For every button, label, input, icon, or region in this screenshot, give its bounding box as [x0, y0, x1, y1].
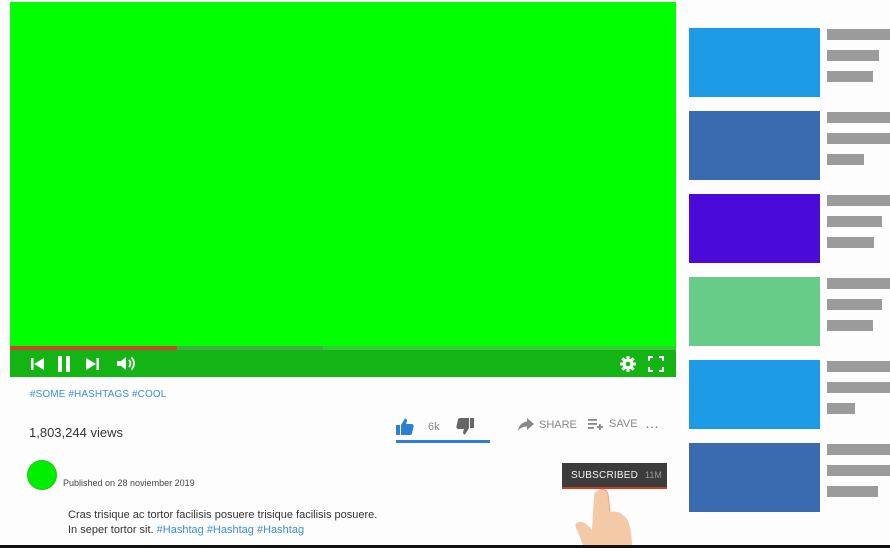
meta-placeholder	[827, 237, 874, 248]
save-button[interactable]: SAVE	[588, 418, 638, 430]
recommendation-item[interactable]	[688, 194, 890, 264]
recommendation-thumbnail[interactable]	[689, 194, 820, 263]
like-ratio-bar	[396, 440, 490, 443]
recommendation-item[interactable]	[688, 443, 890, 513]
title-placeholder	[827, 444, 890, 455]
recommendation-item[interactable]	[688, 360, 890, 430]
recommendation-item[interactable]	[688, 28, 890, 98]
volume-button[interactable]	[116, 353, 138, 374]
meta-placeholder	[827, 403, 855, 414]
title-placeholder	[827, 278, 890, 289]
save-label: SAVE	[609, 418, 638, 430]
subscribe-label: SUBSCRIBED	[571, 469, 639, 481]
skip-next-icon	[86, 357, 99, 370]
like-count: 6k	[428, 420, 440, 433]
thumbs-down-icon	[456, 418, 474, 435]
channel-avatar[interactable]	[27, 460, 57, 490]
description-hashtag[interactable]: #Hashtag	[207, 524, 254, 536]
recommendation-thumbnail[interactable]	[689, 360, 820, 429]
fullscreen-icon	[648, 355, 664, 372]
like-dislike-group: 6k	[396, 415, 490, 443]
title-placeholder	[827, 29, 890, 40]
meta-placeholder	[827, 71, 873, 82]
title-placeholder	[827, 50, 879, 61]
title-placeholder	[827, 112, 890, 123]
recommendation-thumbnail[interactable]	[689, 443, 820, 512]
player-controls	[10, 350, 676, 377]
title-placeholder	[827, 216, 882, 227]
title-placeholder	[827, 382, 890, 393]
skip-previous-icon	[31, 357, 44, 370]
subscriber-count: 11M	[645, 470, 662, 480]
share-arrow-icon	[518, 418, 534, 431]
add-to-playlist-icon	[588, 419, 603, 430]
subscribe-button[interactable]: SUBSCRIBED 11M	[562, 463, 667, 489]
pause-button[interactable]	[56, 353, 72, 374]
title-placeholder	[827, 465, 890, 476]
description-line: Cras trisique ac tortor facilisis posuer…	[68, 509, 378, 521]
settings-button[interactable]	[618, 353, 638, 374]
video-watch-page: #SOME #HASHTAGS #COOL 1,803,244 views 6k…	[0, 0, 890, 548]
video-hashtags[interactable]: #SOME #HASHTAGS #COOL	[30, 389, 166, 400]
dislike-button[interactable]	[456, 418, 474, 440]
gear-icon	[620, 355, 636, 372]
video-player[interactable]	[10, 2, 676, 377]
fullscreen-button[interactable]	[646, 353, 666, 374]
recommendation-item[interactable]	[688, 111, 890, 181]
publish-date: Published on 28 noviember 2019	[63, 478, 195, 488]
recommendation-thumbnail[interactable]	[689, 111, 820, 180]
skip-previous-button[interactable]	[30, 353, 46, 374]
recommendation-thumbnail[interactable]	[689, 277, 820, 346]
volume-icon	[117, 356, 135, 371]
like-ratio-fill	[396, 440, 490, 443]
like-button[interactable]: 6k	[396, 418, 440, 435]
title-placeholder	[827, 133, 890, 144]
video-description: Cras trisique ac tortor facilisis posuer…	[68, 508, 428, 538]
view-count: 1,803,244 views	[29, 425, 123, 440]
skip-next-button[interactable]	[84, 353, 100, 374]
meta-placeholder	[827, 154, 864, 165]
pause-icon	[58, 355, 70, 372]
share-label: SHARE	[539, 418, 577, 431]
thumbs-up-icon	[396, 418, 414, 435]
recommendation-thumbnail[interactable]	[689, 28, 820, 97]
share-button[interactable]: SHARE	[518, 418, 577, 431]
description-line: In seper tortor sit. #Hashtag #Hashtag #…	[68, 523, 428, 538]
meta-placeholder	[827, 486, 878, 497]
title-placeholder	[827, 299, 882, 310]
description-hashtag[interactable]: #Hashtag	[157, 524, 204, 536]
title-placeholder	[827, 195, 890, 206]
recommendation-item[interactable]	[688, 277, 890, 347]
pointing-hand-icon	[575, 489, 632, 548]
description-text: In seper tortor sit.	[68, 524, 154, 536]
more-actions-button[interactable]: …	[645, 415, 660, 431]
description-hashtag[interactable]: #Hashtag	[257, 524, 304, 536]
title-placeholder	[827, 361, 890, 372]
meta-placeholder	[827, 320, 873, 331]
